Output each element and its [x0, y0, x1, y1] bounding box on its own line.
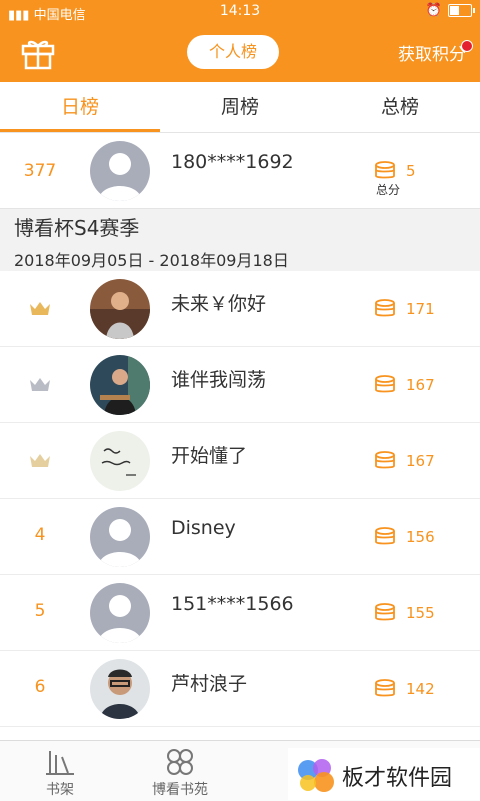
crown-icon: [30, 454, 50, 467]
clover-icon: [167, 749, 193, 775]
season-dates: 2018年09月05日 - 2018年09月18日: [14, 251, 289, 270]
nav-label: 书架: [46, 782, 74, 798]
coin-icon: [375, 161, 395, 179]
leaderboard-row[interactable]: 6 芦村浪子 142: [0, 651, 480, 727]
gift-icon[interactable]: [20, 36, 56, 70]
battery-icon: [448, 4, 475, 17]
get-points-button[interactable]: 获取积分: [398, 40, 466, 65]
user-score: 167: [406, 452, 435, 470]
user-name: 芦村浪子: [171, 673, 248, 695]
tab-indicator: [0, 129, 160, 132]
notification-badge: [461, 40, 473, 52]
tab-weekly[interactable]: 周榜: [160, 82, 320, 132]
watermark: 板才软件园: [288, 748, 480, 800]
leaderboard-list[interactable]: 未来￥你好 171 谁伴我闯荡 167 开始懂了 167 4 Disney 156 5 151***…: [0, 271, 480, 740]
tab-total[interactable]: 总榜: [320, 82, 480, 132]
leaderboard-row[interactable]: 4 Disney 156: [0, 499, 480, 575]
bookshelf-icon: [46, 751, 74, 775]
user-score: 142: [406, 680, 435, 698]
leaderboard-row[interactable]: 谁伴我闯荡 167: [0, 347, 480, 423]
leaderboard-row[interactable]: 开始懂了 167: [0, 423, 480, 499]
leaderboard-row[interactable]: 未来￥你好 171: [0, 271, 480, 347]
avatar[interactable]: [90, 507, 150, 567]
status-bar: ▮▮▮ 中国电信 14:13 ⏰: [0, 0, 480, 24]
alarm-icon: ⏰: [425, 3, 442, 18]
user-name: 谁伴我闯荡: [171, 369, 267, 391]
avatar[interactable]: [90, 355, 150, 415]
coin-icon: [375, 527, 395, 545]
user-score: 171: [406, 300, 435, 318]
avatar[interactable]: [90, 279, 150, 339]
avatar[interactable]: [90, 431, 150, 491]
coin-icon: [375, 375, 395, 393]
user-name: 开始懂了: [171, 445, 248, 467]
rank-number: 4: [34, 525, 46, 545]
watermark-text: 板才软件园: [342, 766, 453, 791]
user-score: 167: [406, 376, 435, 394]
season-banner: 博看杯S4赛季 2018年09月05日 - 2018年09月18日: [0, 209, 480, 271]
my-name: 180****1692: [171, 151, 294, 173]
avatar[interactable]: [90, 583, 150, 643]
personal-rank-button[interactable]: 个人榜: [187, 35, 279, 69]
user-name: 151****1566: [171, 593, 294, 615]
nav-label: 博看书苑: [152, 782, 208, 798]
total-score-caption: 总分: [376, 183, 401, 197]
leaderboard-row[interactable]: 5 151****1566 155: [0, 575, 480, 651]
coin-icon: [375, 451, 395, 469]
user-name: Disney: [171, 517, 236, 539]
user-score: 156: [406, 528, 435, 546]
watermark-logo-icon: [298, 759, 334, 792]
my-rank-row[interactable]: 377 180****1692 5 总分: [0, 133, 480, 209]
my-score: 5: [406, 162, 416, 180]
user-score: 155: [406, 604, 435, 622]
season-title: 博看杯S4赛季: [14, 216, 140, 240]
coin-icon: [375, 679, 395, 697]
avatar: [90, 141, 150, 201]
coin-icon: [375, 603, 395, 621]
crown-icon: [30, 378, 50, 391]
rank-number: 5: [34, 601, 46, 621]
status-icons: ⏰: [425, 3, 475, 18]
nav-bookshelf[interactable]: 书架: [0, 741, 120, 801]
user-name: 未来￥你好: [171, 293, 267, 315]
avatar[interactable]: [90, 659, 150, 719]
tab-daily[interactable]: 日榜: [0, 82, 160, 132]
app-bar: 个人榜 获取积分: [0, 24, 480, 82]
clock: 14:13: [219, 3, 261, 19]
my-rank-number: 377: [23, 161, 57, 181]
nav-bookstore[interactable]: 博看书苑: [120, 741, 240, 801]
ranking-tabs: 日榜 周榜 总榜: [0, 82, 480, 133]
coin-icon: [375, 299, 395, 317]
crown-icon: [30, 302, 50, 315]
rank-number: 6: [34, 677, 46, 697]
